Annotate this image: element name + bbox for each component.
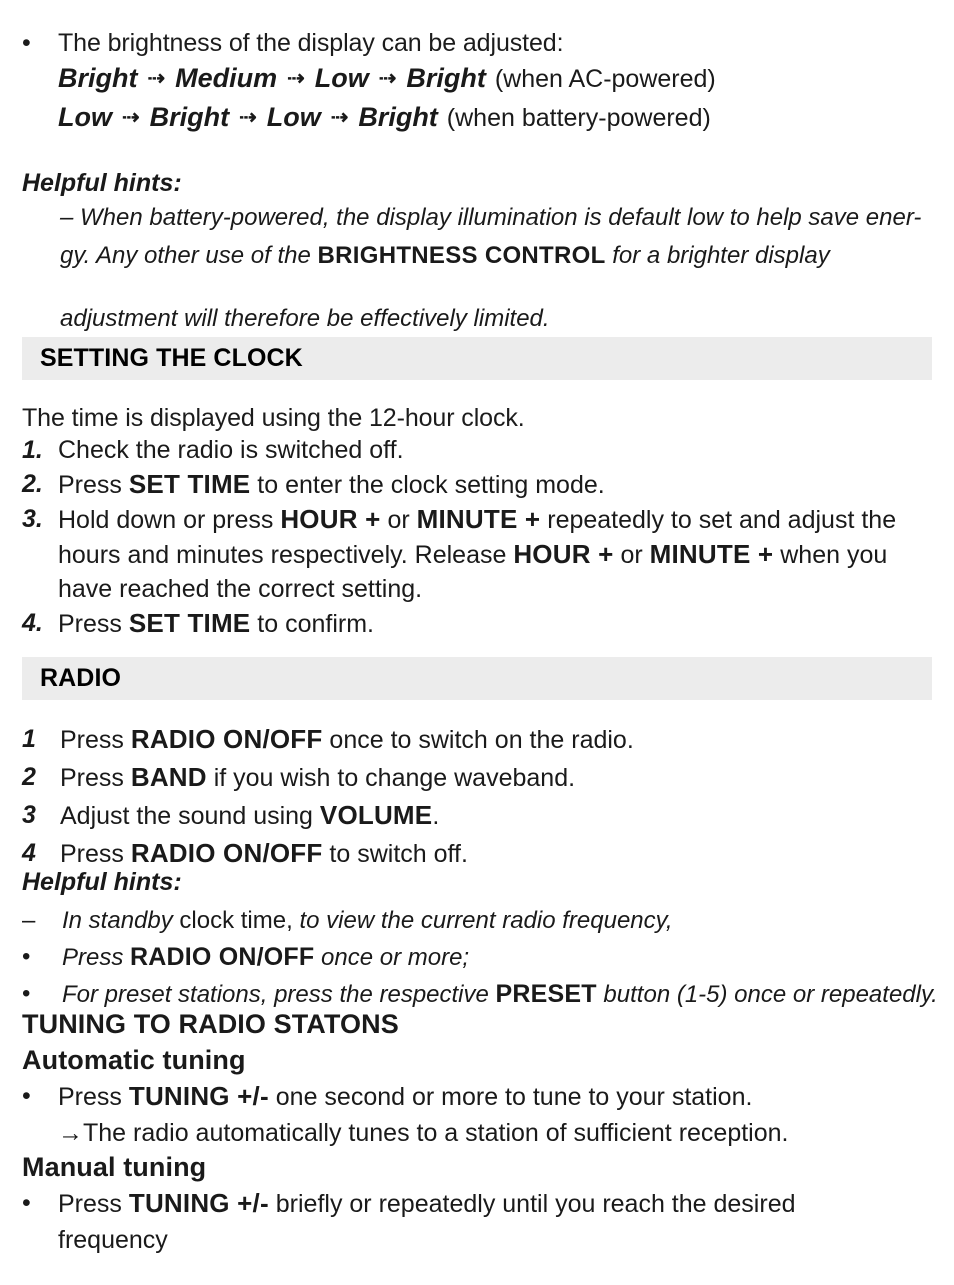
clock-intro-text: The time is displayed using the 12-hour … (22, 404, 525, 432)
hint-text: Press RADIO ON/OFF once or more; (62, 943, 470, 971)
hint-text-part3: for a brighter display (612, 242, 830, 269)
chain-step-ac-4: Bright (406, 63, 486, 93)
list-item: 2. Press SET TIME to enter the clock set… (22, 467, 934, 502)
dashed-arrow-icon: ⇢ (330, 106, 349, 129)
chain-step-bat-3: Low (266, 102, 321, 132)
dashed-arrow-icon: ⇢ (239, 106, 257, 129)
hint-dash: – (60, 204, 74, 231)
radio-steps-list: 1 Press RADIO ON/OFF once to switch on t… (22, 722, 934, 874)
helpful-hints-radio-title: Helpful hints: (22, 868, 182, 896)
step-text: Press SET TIME to confirm. (58, 608, 375, 638)
chain-step-bat-1: Low (58, 102, 112, 132)
step-number: 3 (22, 801, 36, 829)
right-arrow-icon: → (58, 1119, 83, 1147)
brightness-control-label: BRIGHTNESS CONTROL (317, 242, 606, 269)
step-number: 3. (22, 505, 43, 533)
brightness-intro-row: • The brightness of the display can be a… (22, 26, 932, 60)
chain-step-ac-1: Bright (58, 63, 138, 93)
helpful-hints-paragraph: – When battery-powered, the display illu… (60, 199, 932, 275)
brightness-intro-text: The brightness of the display can be adj… (58, 29, 564, 57)
step-text: Press SET TIME to enter the clock settin… (58, 469, 605, 499)
button-label-radio-on-off: RADIO ON/OFF (130, 838, 323, 868)
step-number: 2 (22, 763, 36, 791)
manual-page: • The brightness of the display can be a… (0, 0, 954, 1285)
manual-tuning-list: • Press TUNING +/- briefly or repeatedly… (22, 1185, 872, 1258)
radio-section-heading: RADIO (40, 664, 122, 692)
step-number: 1 (22, 725, 36, 753)
tuning-section-heading: TUNING TO RADIO STATONS (22, 1009, 399, 1039)
button-label-radio-on-off: RADIO ON/OFF (130, 943, 315, 971)
step-number: 2. (22, 470, 43, 498)
button-label-hour-plus: HOUR + (280, 504, 381, 534)
button-label-preset: PRESET (495, 980, 597, 1008)
hint-item: • Press RADIO ON/OFF once or more; (22, 939, 942, 976)
automatic-tuning-heading: Automatic tuning (22, 1045, 246, 1075)
dashed-arrow-icon: ⇢ (122, 106, 140, 129)
step-text: Press TUNING +/- briefly or repeatedly u… (58, 1188, 796, 1254)
step-text: Hold down or press HOUR + or MINUTE + re… (58, 504, 897, 603)
step-text: Press RADIO ON/OFF once to switch on the… (60, 724, 634, 754)
manual-tuning-heading: Manual tuning (22, 1152, 207, 1182)
bullet-icon: • (22, 29, 31, 57)
button-label-volume: VOLUME (319, 800, 433, 830)
list-item: • Press TUNING +/- one second or more to… (22, 1078, 934, 1115)
hint-text-part2: gy. Any other use of the (60, 242, 311, 269)
button-label-hour-plus: HOUR + (513, 539, 614, 569)
automatic-tuning-list: • Press TUNING +/- one second or more to… (22, 1078, 934, 1151)
brightness-chain-battery: Low ⇢ Bright ⇢ Low ⇢ Bright (when battery-power… (58, 99, 932, 138)
list-item: 1. Check the radio is switched off. (22, 433, 934, 467)
step-number: 4. (22, 609, 43, 637)
chain-battery-note: (when battery-powered) (446, 104, 711, 132)
hint-text-part1: When battery-powered, the display illumi… (80, 204, 922, 231)
button-label-set-time: SET TIME (128, 469, 251, 499)
button-label-minute-plus: MINUTE + (649, 539, 774, 569)
step-text: Press TUNING +/- one second or more to t… (58, 1081, 753, 1111)
helpful-hints-brightness: Helpful hints: – When battery-powered, t… (22, 167, 934, 335)
list-item: • Press TUNING +/- briefly or repeatedly… (22, 1185, 872, 1258)
chain-step-ac-2: Medium (175, 63, 278, 93)
hint-item: – In standby clock time, to view the cur… (22, 903, 942, 939)
step-text: Adjust the sound using VOLUME. (60, 800, 440, 830)
brightness-chain-ac: Bright ⇢ Medium ⇢ Low ⇢ Bright (when AC-powered… (58, 60, 932, 99)
button-label-minute-plus: MINUTE + (416, 504, 541, 534)
list-item: 3 Adjust the sound using VOLUME. (22, 798, 934, 834)
helpful-hints-title: Helpful hints: (22, 169, 182, 197)
button-label-radio-on-off: RADIO ON/OFF (130, 724, 323, 754)
result-text: The radio automatically tunes to a stati… (83, 1119, 789, 1147)
step-number: 1. (22, 436, 43, 464)
step-text: Check the radio is switched off. (58, 436, 404, 464)
automatic-tuning-result: →The radio automatically tunes to a stat… (58, 1115, 934, 1151)
button-label-band: BAND (130, 762, 207, 792)
chain-step-ac-3: Low (314, 63, 369, 93)
hint-text: In standby clock time, to view the curre… (62, 907, 673, 934)
step-text: Press RADIO ON/OFF to switch off. (60, 838, 468, 868)
list-item: 3. Hold down or press HOUR + or MINUTE +… (22, 502, 934, 606)
brightness-bullet-block: • The brightness of the display can be a… (22, 26, 932, 138)
chain-step-bat-4: Bright (358, 102, 438, 132)
button-label-set-time: SET TIME (128, 608, 251, 638)
dashed-arrow-icon: ⇢ (147, 67, 166, 90)
bullet-icon: • (22, 1189, 31, 1217)
list-item: 1 Press RADIO ON/OFF once to switch on t… (22, 722, 934, 758)
dashed-arrow-icon: ⇢ (287, 67, 305, 90)
bullet-icon: • (22, 943, 31, 970)
dash-icon: – (22, 907, 36, 934)
chain-ac-note: (when AC-powered) (494, 65, 716, 93)
clock-section-heading: SETTING THE CLOCK (40, 344, 303, 372)
chain-step-bat-2: Bright (149, 102, 230, 132)
list-item: 4. Press SET TIME to confirm. (22, 606, 934, 641)
clock-steps-list: 1. Check the radio is switched off. 2. P… (22, 433, 934, 641)
bullet-icon: • (22, 1082, 31, 1110)
button-label-tuning: TUNING +/- (128, 1188, 269, 1218)
radio-section-band (22, 657, 932, 700)
step-text: Press BAND if you wish to change waveban… (60, 762, 576, 792)
helpful-hints-radio: – In standby clock time, to view the cur… (22, 903, 942, 1013)
button-label-tuning: TUNING +/- (128, 1081, 269, 1111)
list-item: 2 Press BAND if you wish to change waveb… (22, 760, 934, 796)
dashed-arrow-icon: ⇢ (378, 67, 397, 90)
helpful-hints-paragraph-cont: adjustment will therefore be effectively… (60, 305, 550, 332)
